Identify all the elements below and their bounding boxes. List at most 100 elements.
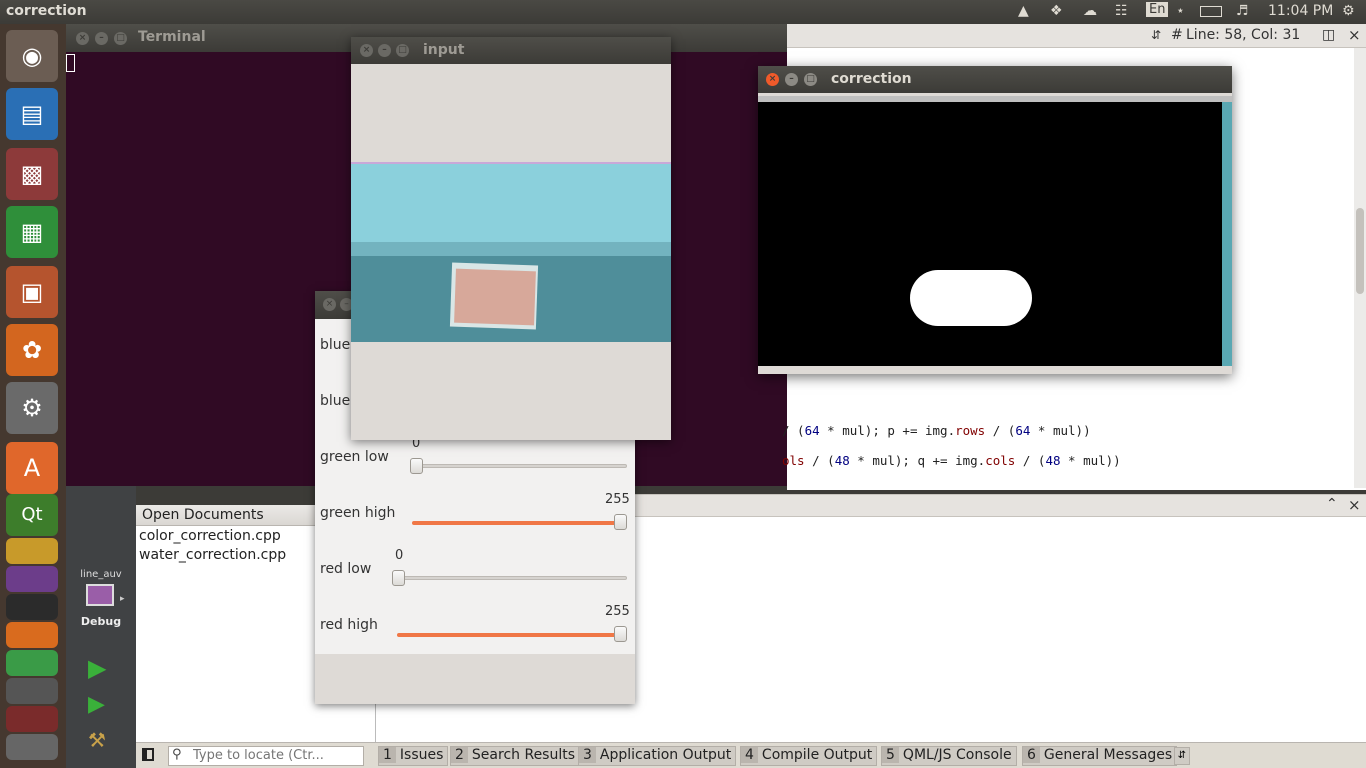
sync-icon[interactable]: ☁: [1083, 3, 1097, 19]
green-low-slider-knob[interactable]: [410, 458, 423, 474]
drive-icon[interactable]: ▲: [1018, 3, 1029, 19]
red-high-slider-knob[interactable]: [614, 626, 627, 642]
code-line-2: ols / (48 * mul); q += img.cols / (48 * …: [782, 453, 1121, 468]
volume-icon[interactable]: ♬: [1236, 3, 1249, 19]
maximize-pane-icon[interactable]: ⌃: [1326, 496, 1338, 512]
locator-search-icon: ⚲: [172, 747, 182, 762]
slider-label: blue: [320, 393, 351, 409]
debug-run-icon[interactable]: ▶: [88, 692, 105, 717]
input-window[interactable]: × – □ input: [351, 37, 671, 440]
slider-label: blue: [320, 337, 351, 353]
power-icon[interactable]: ⚙: [1342, 3, 1355, 19]
trash-icon[interactable]: [6, 734, 58, 760]
stacked-icon-2[interactable]: [6, 566, 58, 592]
symbol-hash[interactable]: #: [1171, 27, 1183, 43]
settings-icon[interactable]: ⚙: [6, 382, 58, 434]
slider-label: red low: [320, 561, 372, 577]
qt-creator-icon[interactable]: Qt: [6, 494, 58, 536]
terminal-title: Terminal: [138, 29, 206, 45]
ubuntu-dash-icon[interactable]: ◉: [6, 30, 58, 82]
red-high-slider[interactable]: [397, 633, 627, 637]
launcher: ◉ ▤ ▩ ▦ ▣ ✿ ⚙ A Qt: [0, 24, 66, 768]
correction-window[interactable]: × – □ correction: [758, 66, 1232, 374]
calc-icon[interactable]: ▦: [6, 206, 58, 258]
build-mode[interactable]: Debug: [66, 615, 136, 628]
clock[interactable]: 11:04 PM: [1268, 3, 1333, 19]
close-editor-icon[interactable]: ×: [1348, 26, 1361, 44]
open-document-item[interactable]: water_correction.cpp: [139, 547, 286, 563]
project-name[interactable]: line_auv: [66, 569, 136, 580]
editor-scrollbar-thumb[interactable]: [1356, 208, 1364, 294]
trackbar-close-button[interactable]: ×: [323, 298, 336, 311]
code-line-1: / (64 * mul); p += img.rows / (64 * mul)…: [782, 423, 1091, 438]
green-high-slider-knob[interactable]: [614, 514, 627, 530]
tab-issues[interactable]: 1 Issues: [378, 746, 449, 766]
stacked-icon-5[interactable]: [6, 678, 58, 704]
writer-icon[interactable]: ▤: [6, 88, 58, 140]
correction-title: correction: [831, 71, 912, 87]
input-maximize-button[interactable]: □: [396, 44, 409, 57]
stacked-icon-3[interactable]: [6, 594, 58, 620]
input-titlebar[interactable]: × – □ input: [351, 37, 671, 64]
slider-label: red high: [320, 617, 378, 633]
run-icon[interactable]: ▶: [88, 654, 106, 682]
correction-minimize-button[interactable]: –: [785, 73, 798, 86]
red-low-slider-knob[interactable]: [392, 570, 405, 586]
more-tabs-icon[interactable]: ⇵: [1174, 747, 1190, 765]
slider-label: green low: [320, 449, 389, 465]
correction-close-button[interactable]: ×: [766, 73, 779, 86]
slider-label: green high: [320, 505, 396, 521]
stacked-icon-6[interactable]: [6, 706, 58, 732]
stacked-icon-1[interactable]: [6, 538, 58, 564]
slider-value: 255: [605, 492, 630, 507]
input-title: input: [423, 42, 465, 58]
input-camera-image: [351, 162, 671, 342]
input-minimize-button[interactable]: –: [378, 44, 391, 57]
correction-mask-image: [758, 96, 1232, 366]
tab-application-output[interactable]: 3 Application Output: [578, 746, 737, 766]
toggle-sidebar-icon[interactable]: [142, 748, 154, 761]
active-window-title: correction: [6, 3, 87, 19]
top-panel: correction ▲ ❖ ☁ ☷ En ⋆ ♬ 11:04 PM ⚙: [0, 0, 1366, 24]
keyboard-layout-indicator[interactable]: En: [1146, 2, 1169, 17]
correction-titlebar[interactable]: × – □ correction: [758, 66, 1232, 93]
chrome-icon[interactable]: [6, 650, 58, 676]
terminal-minimize-button[interactable]: –: [95, 32, 108, 45]
slider-value: 0: [395, 548, 404, 563]
target-arrow-icon[interactable]: ▸: [120, 594, 125, 604]
stacked-icon-4[interactable]: [6, 622, 58, 648]
qt-mode-bar: line_auv ▸ Debug ▶ ▶ ⚒: [66, 486, 136, 768]
green-low-slider[interactable]: [412, 464, 627, 468]
bluetooth-icon[interactable]: ⋆: [1176, 3, 1185, 19]
terminal-cursor: [66, 54, 75, 72]
editor-toolbar-arrows-icon[interactable]: ⇵: [1151, 28, 1161, 42]
tab-qml-js-console[interactable]: 5 QML/JS Console: [881, 746, 1017, 766]
split-icon[interactable]: ◫: [1322, 27, 1335, 43]
cursor-position[interactable]: Line: 58, Col: 31: [1186, 27, 1300, 43]
slider-value: 255: [605, 604, 630, 619]
open-document-item[interactable]: color_correction.cpp: [139, 528, 281, 544]
build-hammer-icon[interactable]: ⚒: [88, 728, 106, 752]
output-tabs-bar: ⚲ 1Issues 2Search Results 3Application O…: [136, 742, 1366, 768]
tab-compile-output[interactable]: 4 Compile Output: [740, 746, 878, 766]
terminal-close-button[interactable]: ×: [76, 32, 89, 45]
green-high-slider[interactable]: [412, 521, 627, 525]
tab-search-results[interactable]: 2 Search Results: [450, 746, 581, 766]
terminal-maximize-button[interactable]: □: [114, 32, 127, 45]
wifi-icon[interactable]: ☷: [1115, 3, 1128, 19]
files-icon[interactable]: ▩: [6, 148, 58, 200]
editor-scrollbar[interactable]: [1354, 48, 1366, 488]
impress-icon[interactable]: ▣: [6, 266, 58, 318]
target-monitor-icon[interactable]: [86, 584, 114, 606]
locator-box[interactable]: ⚲: [168, 746, 364, 766]
locator-input[interactable]: [193, 748, 359, 763]
close-pane-icon[interactable]: ×: [1348, 496, 1361, 514]
dropbox-icon[interactable]: ❖: [1050, 3, 1063, 19]
correction-maximize-button[interactable]: □: [804, 73, 817, 86]
firefox-icon[interactable]: ✿: [6, 324, 58, 376]
input-close-button[interactable]: ×: [360, 44, 373, 57]
red-low-slider[interactable]: [397, 576, 627, 580]
tab-general-messages[interactable]: 6 General Messages: [1022, 746, 1178, 766]
software-center-icon[interactable]: A: [6, 442, 58, 494]
battery-icon[interactable]: [1200, 6, 1222, 17]
